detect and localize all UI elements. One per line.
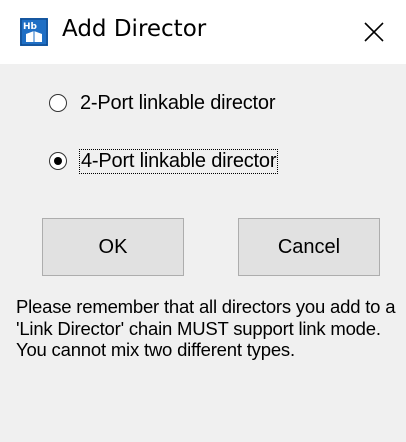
radio-button-selected[interactable] [48, 151, 68, 171]
radio-4-port[interactable]: 4-Port linkable director [48, 148, 279, 174]
radio-2-port-label: 2-Port linkable director [80, 91, 276, 114]
close-button[interactable] [342, 0, 406, 64]
radio-button-unselected[interactable] [48, 93, 68, 113]
svg-text:Hb: Hb [23, 22, 38, 32]
radio-4-port-label: 4-Port linkable director [78, 148, 279, 174]
link-mode-note: Please remember that all directors you a… [16, 296, 396, 360]
ok-button[interactable]: OK [42, 218, 184, 276]
radio-2-port[interactable]: 2-Port linkable director [48, 90, 275, 116]
title-bar[interactable]: Hb Add Director [0, 0, 406, 64]
hb-app-icon: Hb [20, 18, 48, 46]
cancel-button[interactable]: Cancel [238, 218, 380, 276]
window-title: Add Director [62, 16, 207, 42]
add-director-dialog: Hb Add Director 2-Port linkable director… [0, 0, 406, 442]
close-icon [364, 22, 384, 42]
dialog-body: 2-Port linkable director 4-Port linkable… [0, 64, 406, 442]
